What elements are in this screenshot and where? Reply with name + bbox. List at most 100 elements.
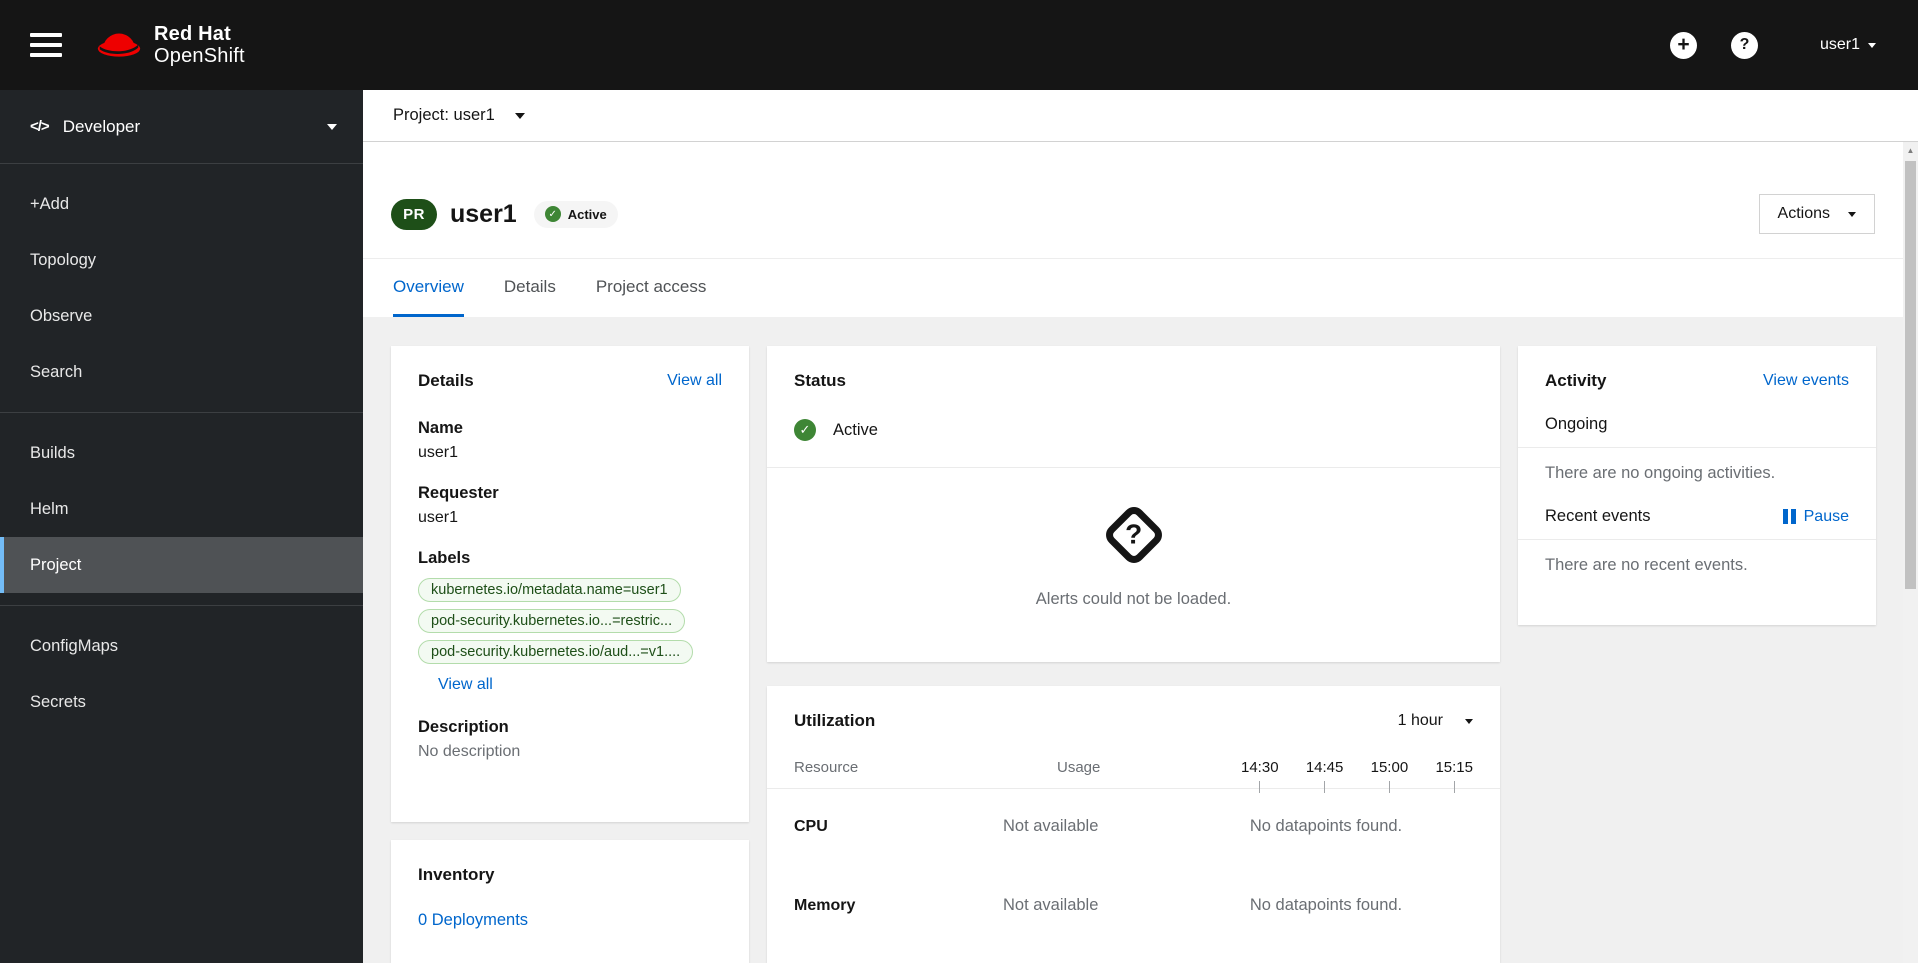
sidebar-item-builds[interactable]: Builds [0, 425, 363, 481]
deployments-count-link[interactable]: 0 Deployments [418, 911, 528, 930]
usage-column-header: Usage [1057, 759, 1101, 776]
duration-dropdown[interactable]: 1 hour [1398, 712, 1473, 730]
plus-circle-icon[interactable]: + [1669, 31, 1697, 59]
sidebar-item-helm[interactable]: Helm [0, 481, 363, 537]
dashboard-grid: Details View all Name user1 Requester us… [363, 317, 1903, 963]
utilization-row-memory: Memory Not available No datapoints found… [794, 896, 1473, 915]
status-badge: ✓ Active [533, 200, 618, 228]
redhat-fedora-icon [96, 26, 142, 65]
time-tick-label: 15:00 [1371, 759, 1408, 793]
scroll-up-arrow-icon[interactable]: ▲ [1903, 143, 1918, 158]
menu-toggle-button[interactable] [30, 33, 62, 57]
tab-bar: Overview Details Project access [363, 258, 1903, 317]
alerts-message: Alerts could not be loaded. [1035, 590, 1232, 608]
inventory-card-title: Inventory [418, 865, 495, 884]
axis-tick [1388, 781, 1390, 793]
sidebar-item-topology[interactable]: Topology [0, 232, 363, 288]
details-card-title: Details [418, 371, 474, 390]
masthead: Red Hat OpenShift + ? user1 [0, 0, 1918, 90]
status-value: Active [833, 420, 878, 439]
perspective-switcher[interactable]: </> Developer [0, 90, 363, 164]
resource-column-header: Resource [794, 759, 859, 776]
brand-logo[interactable]: Red Hat OpenShift [96, 23, 245, 68]
activity-card: Activity View events Ongoing There are n… [1518, 346, 1876, 625]
recent-events-heading: Recent events Pause [1545, 507, 1849, 526]
usage-value: Not available [1003, 896, 1099, 914]
brand-line2: OpenShift [154, 45, 245, 67]
duration-label: 1 hour [1397, 712, 1443, 729]
check-circle-icon: ✓ [544, 206, 561, 222]
actions-dropdown-button[interactable]: Actions [1758, 194, 1875, 234]
project-resource-badge: PR [391, 198, 437, 230]
hamburger-icon [30, 33, 62, 37]
time-tick-label: 14:45 [1306, 759, 1343, 793]
resource-name: Memory [794, 896, 856, 914]
sidebar-nav: </> Developer +Add Topology Observe Sear… [0, 90, 363, 963]
resource-name: CPU [794, 817, 828, 835]
caret-down-icon [327, 123, 337, 130]
nav-group-config: ConfigMaps Secrets [0, 606, 363, 742]
datapoints-message: No datapoints found. [1249, 817, 1403, 835]
caret-down-icon [514, 112, 525, 119]
ongoing-heading: Ongoing [1545, 415, 1608, 433]
labels-label: Labels [418, 549, 471, 567]
time-axis: 14:30 14:45 15:00 15:15 [1241, 759, 1473, 793]
divider [1518, 447, 1876, 448]
caret-down-icon [1465, 718, 1473, 724]
details-card: Details View all Name user1 Requester us… [391, 346, 749, 822]
sidebar-item-project[interactable]: Project [0, 537, 363, 593]
pause-events-button[interactable]: Pause [1782, 507, 1849, 526]
label-chip[interactable]: pod-security.kubernetes.io/aud...=v1.... [418, 640, 694, 664]
page-title: user1 [450, 199, 517, 228]
alerts-empty-state: ? Alerts could not be loaded. [794, 468, 1473, 637]
usage-value: Not available [1003, 817, 1099, 835]
axis-tick [1259, 781, 1261, 793]
sidebar-item-search[interactable]: Search [0, 344, 363, 400]
question-circle-icon[interactable]: ? [1730, 31, 1758, 59]
labels-view-all-link[interactable]: View all [438, 676, 493, 694]
project-bar: Project: user1 [363, 90, 1918, 142]
status-card-title: Status [794, 371, 846, 390]
brand-text: Red Hat OpenShift [154, 23, 245, 68]
sidebar-item-secrets[interactable]: Secrets [0, 674, 363, 730]
project-selector-label: Project: user1 [393, 106, 495, 124]
label-chip[interactable]: kubernetes.io/metadata.name=user1 [418, 578, 681, 602]
vertical-scrollbar[interactable]: ▲ [1903, 143, 1918, 963]
sidebar-item-observe[interactable]: Observe [0, 288, 363, 344]
view-events-link[interactable]: View events [1763, 372, 1849, 390]
utilization-card-title: Utilization [794, 711, 876, 730]
project-selector-dropdown[interactable]: Project: user1 [393, 106, 525, 125]
nav-group-resources: Builds Helm Project [0, 413, 363, 606]
sidebar-item-configmaps[interactable]: ConfigMaps [0, 618, 363, 674]
divider [1518, 539, 1876, 540]
requester-value: user1 [418, 509, 459, 526]
check-circle-icon: ✓ [794, 419, 816, 441]
perspective-label: Developer [62, 116, 141, 136]
user-menu-dropdown[interactable]: user1 [1820, 36, 1876, 54]
description-value: No description [418, 743, 521, 760]
user-menu-label: user1 [1819, 36, 1860, 53]
inventory-card: Inventory 0 Deployments [391, 840, 749, 963]
details-view-all-link[interactable]: View all [667, 372, 722, 390]
tab-overview[interactable]: Overview [393, 259, 464, 317]
scrollbar-thumb[interactable] [1905, 161, 1916, 589]
time-tick-label: 15:15 [1435, 759, 1473, 793]
sidebar-item-add[interactable]: +Add [0, 176, 363, 232]
caret-down-icon [1848, 211, 1856, 217]
utilization-card: Utilization 1 hour Resource Usage 14:30 … [767, 686, 1500, 963]
status-badge-label: Active [567, 206, 607, 222]
datapoints-message: No datapoints found. [1249, 896, 1403, 914]
tab-details[interactable]: Details [504, 259, 556, 317]
pause-icon [1782, 509, 1796, 524]
name-value: user1 [418, 444, 459, 461]
unknown-alerts-icon: ? [1100, 502, 1167, 568]
nav-group-main: +Add Topology Observe Search [0, 164, 363, 413]
code-icon: </> [30, 118, 50, 135]
label-chip[interactable]: pod-security.kubernetes.io...=restric... [418, 609, 686, 633]
caret-down-icon [1868, 42, 1876, 48]
tab-project-access[interactable]: Project access [596, 259, 707, 317]
pause-label: Pause [1803, 507, 1849, 525]
activity-card-title: Activity [1545, 371, 1607, 390]
brand-line1: Red Hat [154, 22, 231, 45]
axis-tick [1453, 781, 1455, 793]
